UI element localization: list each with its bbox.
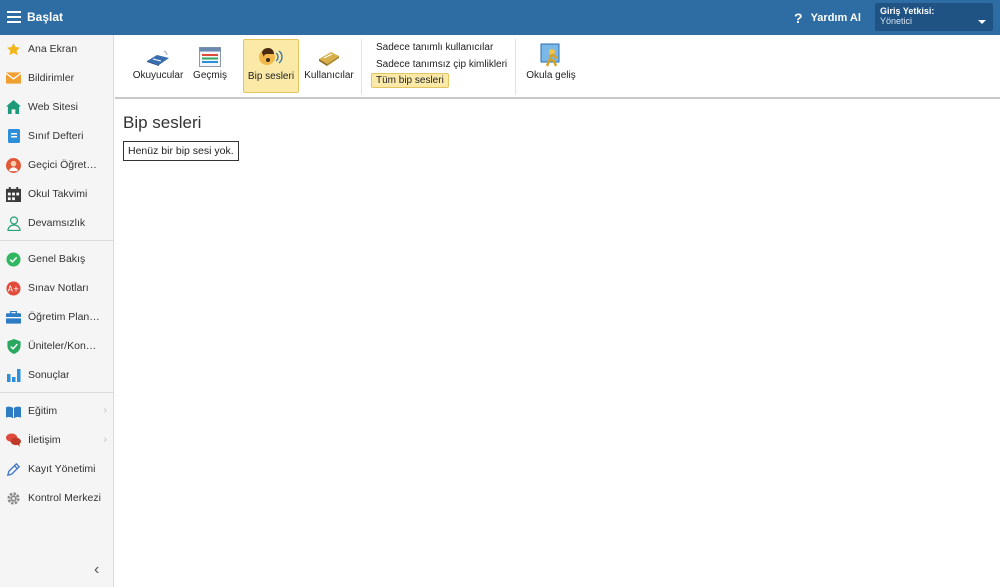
sidebar-item-iletisim[interactable]: İletişim › — [0, 427, 113, 453]
role-select[interactable]: Giriş Yetkisi: Yönetici — [875, 3, 993, 31]
sidebar-item-uniteler-konular[interactable]: Üniteler/Konular — [0, 333, 113, 359]
teacher-icon — [6, 157, 21, 173]
toolbar-button-okula-gelis[interactable]: Okula geliş — [523, 39, 579, 93]
sidebar-item-gecici-ogretmen[interactable]: Geçici Öğretmen — [0, 152, 113, 178]
sidebar-item-sonuclar[interactable]: Sonuçlar — [0, 362, 113, 388]
sidebar-item-label: Üniteler/Konular — [28, 340, 102, 352]
sidebar-item-label: Eğitim — [28, 405, 58, 417]
sidebar-item-label: Sınav Notları — [28, 282, 89, 294]
sidebar-item-label: Sınıf Defteri — [28, 130, 84, 142]
sidebar-item-label: Ana Ekran — [28, 43, 78, 55]
sidebar-item-egitim[interactable]: Eğitim › — [0, 398, 113, 424]
filter-tanimli-kullanicilar[interactable]: Sadece tanımlı kullanıcılar — [376, 42, 493, 53]
check-circle-icon — [6, 251, 21, 267]
sidebar-item-label: Kontrol Merkezi — [28, 492, 101, 504]
bar-chart-icon — [6, 368, 21, 383]
sidebar-item-label: Geçici Öğretmen — [28, 159, 102, 171]
notebook-icon — [6, 129, 21, 144]
chevron-down-icon — [978, 20, 986, 24]
toolbar-button-kullanicilar[interactable]: Kullanıcılar — [303, 39, 355, 93]
sidebar-item-label: Genel Bakış — [28, 253, 86, 265]
app-title[interactable]: Başlat — [27, 10, 63, 24]
toolbar-button-gecmis[interactable]: Geçmiş — [191, 39, 229, 93]
toolbar-separator — [515, 39, 516, 95]
question-icon: ? — [794, 10, 803, 26]
sidebar-item-label: Okul Takvimi — [28, 188, 88, 200]
toolbar-button-label: Okula geliş — [526, 70, 576, 81]
toolbar-button-okuyucular[interactable]: Okuyucular — [130, 39, 186, 93]
filter-tum-bip-sesleri[interactable]: Tüm bip sesleri — [371, 73, 449, 88]
sidebar-item-sinav-notlari[interactable]: A+ Sınav Notları — [0, 275, 113, 301]
sidebar-item-label: Sonuçlar — [28, 369, 70, 381]
toolbar-button-label: Geçmiş — [193, 70, 227, 81]
book-icon — [6, 404, 21, 419]
chat-icon — [6, 433, 21, 448]
sidebar-item-ogretim-planlari[interactable]: Öğretim Planları — [0, 304, 113, 330]
page-title: Bip sesleri — [123, 113, 202, 132]
sidebar-item-label: Kayıt Yönetimi — [28, 463, 96, 475]
arrival-icon — [539, 39, 563, 67]
svg-text:A+: A+ — [8, 284, 19, 293]
sidebar-item-label: İletişim — [28, 434, 61, 446]
hamburger-menu-icon[interactable] — [7, 11, 21, 23]
sidebar-item-label: Web Sitesi — [28, 101, 78, 113]
help-label: Yardım Al — [810, 12, 861, 24]
sidebar-item-label: Bildirimler — [28, 72, 75, 84]
calendar-icon — [6, 186, 21, 202]
toolbar-button-label: Okuyucular — [132, 70, 184, 81]
help-button[interactable]: ? Yardım Al — [794, 9, 861, 27]
beep-icon — [258, 40, 284, 68]
toolbar: Okuyucular Geçmiş Bip sesleri Kullanıcıl… — [115, 35, 1000, 99]
briefcase-icon — [6, 310, 21, 325]
users-card-icon — [317, 39, 341, 67]
collapse-sidebar-icon[interactable]: ‹ — [94, 562, 108, 578]
pen-icon — [6, 462, 21, 477]
sidebar-item-devamsizlik[interactable]: Devamsızlık — [0, 210, 113, 236]
sidebar-item-label: Devamsızlık — [28, 217, 86, 229]
filter-tanimsiz-cip-kimlikleri[interactable]: Sadece tanımsız çip kimlikleri — [376, 59, 507, 70]
toolbar-separator — [361, 39, 362, 95]
sidebar-item-kontrol-merkezi[interactable]: Kontrol Merkezi — [0, 485, 113, 511]
chevron-right-icon: › — [103, 434, 107, 445]
sidebar-item-genel-bakis[interactable]: Genel Bakış — [0, 246, 113, 272]
sidebar-item-sinif-defteri[interactable]: Sınıf Defteri — [0, 123, 113, 149]
reader-icon — [145, 39, 171, 67]
sidebar-item-web-sitesi[interactable]: Web Sitesi — [0, 94, 113, 120]
chevron-right-icon: › — [103, 405, 107, 416]
grade-icon: A+ — [6, 280, 21, 296]
person-icon — [6, 215, 21, 231]
role-value: Yönetici — [880, 16, 913, 26]
sidebar-item-ana-ekran[interactable]: Ana Ekran — [0, 36, 113, 62]
gear-icon — [6, 491, 21, 506]
role-label: Giriş Yetkisi: — [880, 6, 935, 16]
top-bar: Başlat ? Yardım Al Giriş Yetkisi: Yöneti… — [0, 0, 1000, 35]
sidebar-item-bildirimler[interactable]: Bildirimler — [0, 65, 113, 91]
sidebar-item-okul-takvimi[interactable]: Okul Takvimi — [0, 181, 113, 207]
toolbar-button-bip-sesleri[interactable]: Bip sesleri — [243, 39, 299, 93]
toolbar-button-label: Bip sesleri — [247, 71, 295, 82]
empty-state-message: Henüz bir bip sesi yok. — [123, 141, 239, 161]
house-icon — [6, 100, 21, 115]
star-icon — [6, 42, 21, 57]
sidebar: Ana Ekran Bildirimler Web Sitesi Sınıf D… — [0, 35, 114, 587]
sidebar-divider — [0, 240, 113, 241]
envelope-icon — [6, 71, 21, 86]
history-icon — [199, 39, 221, 67]
sidebar-item-label: Öğretim Planları — [28, 311, 102, 323]
shield-check-icon — [6, 338, 21, 354]
sidebar-item-kayit-yonetimi[interactable]: Kayıt Yönetimi — [0, 456, 113, 482]
toolbar-button-label: Kullanıcılar — [304, 70, 354, 81]
sidebar-divider — [0, 392, 113, 393]
